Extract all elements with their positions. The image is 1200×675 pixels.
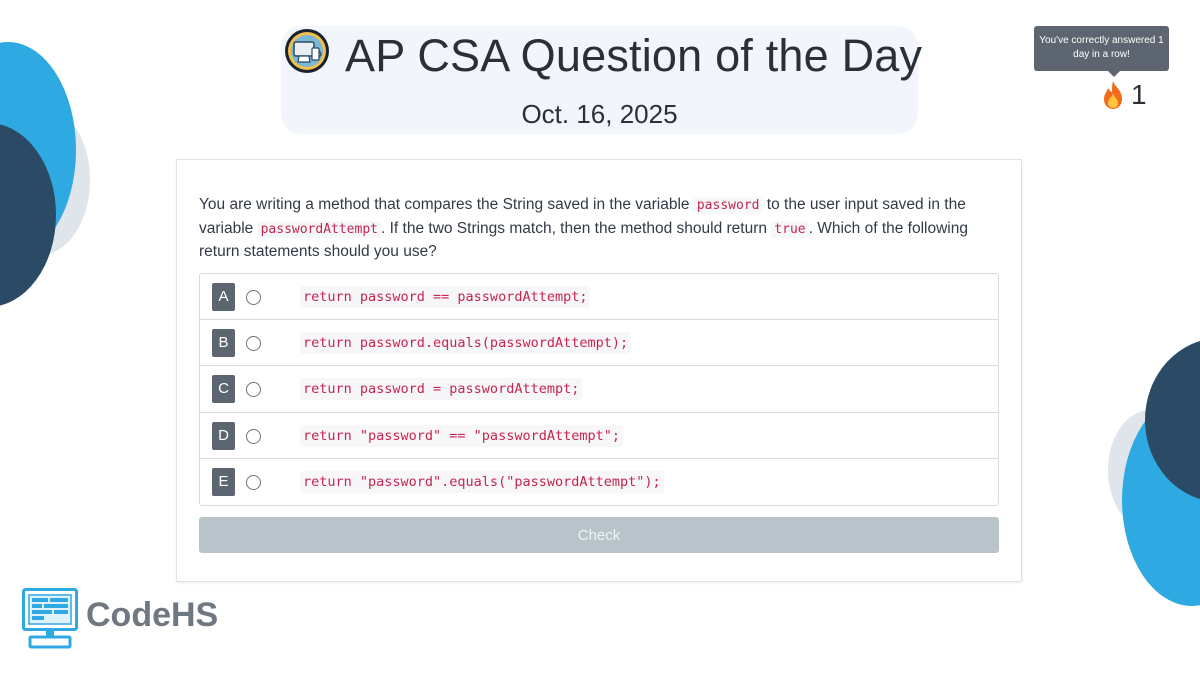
option-letter: E <box>212 467 235 496</box>
option-code: return "password".equals("passwordAttemp… <box>300 470 664 493</box>
option-code: return "password" == "passwordAttempt"; <box>300 424 623 447</box>
option-letter: A <box>212 283 235 311</box>
page-title: AP CSA Question of the Day <box>345 30 923 81</box>
tooltip-arrow <box>1108 71 1120 77</box>
option-letter: D <box>212 421 235 450</box>
inline-code-password: password <box>693 197 763 214</box>
option-c[interactable]: C return password = passwordAttempt; <box>200 366 998 413</box>
option-radio[interactable] <box>246 382 261 398</box>
option-code: return password == passwordAttempt; <box>300 286 591 308</box>
option-b[interactable]: B return password.equals(passwordAttempt… <box>200 320 998 367</box>
answer-options: A return password == passwordAttempt; B … <box>199 273 999 506</box>
inline-code-password-attempt: passwordAttempt <box>257 220 381 238</box>
option-radio[interactable] <box>246 290 261 305</box>
option-radio[interactable] <box>246 474 261 490</box>
page-date: Oct. 16, 2025 <box>521 99 678 129</box>
streak-count: 1 <box>1131 79 1147 110</box>
option-letter: B <box>212 329 235 358</box>
brand-name: CodeHS <box>86 596 219 634</box>
option-a[interactable]: A return password == passwordAttempt; <box>200 274 998 321</box>
option-d[interactable]: D return "password" == "passwordAttempt"… <box>200 413 998 459</box>
option-code: return password = passwordAttempt; <box>300 378 583 401</box>
option-code: return password.equals(passwordAttempt); <box>300 332 632 355</box>
fire-icon[interactable] <box>1100 80 1126 110</box>
streak-tooltip: You've correctly answered 1 day in a row… <box>1034 26 1169 71</box>
question-text-segment: . If the two Strings match, then the met… <box>381 219 772 237</box>
option-e[interactable]: E return "password".equals("passwordAtte… <box>200 459 998 505</box>
check-button[interactable]: Check <box>199 517 999 553</box>
question-text-segment: You are writing a method that compares t… <box>199 196 694 213</box>
question-of-day-logo <box>285 29 329 73</box>
option-radio[interactable] <box>246 428 261 444</box>
codehs-logo-icon <box>22 588 78 649</box>
inline-code-true: true <box>771 220 809 238</box>
question-prompt: You are writing a method that compares t… <box>199 194 999 264</box>
option-letter: C <box>212 375 235 404</box>
option-radio[interactable] <box>246 336 261 352</box>
